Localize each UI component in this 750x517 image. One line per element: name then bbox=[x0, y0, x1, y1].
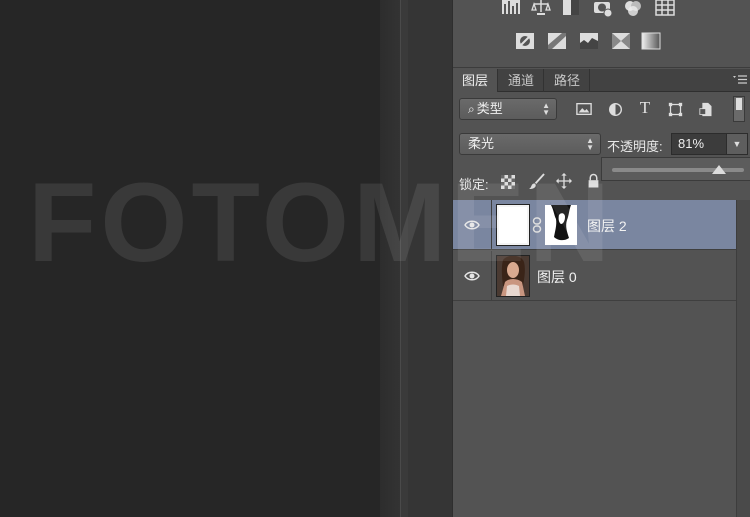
adjustment-filter-icon[interactable] bbox=[606, 100, 624, 118]
layer-row-2[interactable]: 图层 2 bbox=[453, 200, 737, 250]
opacity-dropdown-button[interactable]: ▼ bbox=[726, 133, 748, 155]
search-icon: ⌕ bbox=[468, 102, 475, 116]
lock-paint-icon[interactable] bbox=[527, 172, 545, 190]
layer-row-0[interactable]: 图层 0 bbox=[453, 251, 737, 301]
panel-tabs: 图层 通道 路径 bbox=[453, 69, 750, 92]
layer-photo-thumbnail[interactable] bbox=[496, 255, 530, 297]
layers-scrollbar[interactable] bbox=[736, 200, 750, 517]
filter-type-dropdown[interactable]: ⌕ 类型 ▲ ▼ bbox=[459, 98, 557, 120]
shape-filter-icon[interactable] bbox=[666, 100, 684, 118]
canvas-edge bbox=[380, 0, 400, 517]
opacity-label: 不透明度: bbox=[607, 139, 663, 154]
panel-gutter-inner bbox=[408, 0, 452, 517]
blend-row: 柔光 ▲ ▼ 不透明度: 81% ▼ bbox=[453, 128, 750, 158]
lock-transparent-icon[interactable] bbox=[499, 173, 517, 191]
gradient-map-icon[interactable] bbox=[641, 31, 661, 51]
levels-icon[interactable] bbox=[501, 0, 521, 18]
link-chain-icon[interactable] bbox=[532, 217, 542, 233]
channel-mixer-icon[interactable] bbox=[623, 0, 643, 18]
tab-paths[interactable]: 路径 bbox=[545, 69, 591, 92]
lock-label: 锁定: bbox=[459, 177, 489, 192]
tab-layers[interactable]: 图层 bbox=[453, 69, 499, 92]
threshold-icon[interactable] bbox=[579, 31, 599, 51]
lock-all-icon[interactable] bbox=[584, 172, 602, 190]
smart-object-filter-icon[interactable] bbox=[697, 100, 715, 118]
tab-channels[interactable]: 通道 bbox=[499, 69, 545, 92]
dropdown-arrows-icon: ▲ ▼ bbox=[586, 136, 594, 152]
photo-filter-icon[interactable] bbox=[593, 0, 613, 18]
posterize-icon[interactable] bbox=[547, 31, 567, 51]
dropdown-arrows-icon: ▲ ▼ bbox=[542, 101, 550, 117]
layer-name: 图层 2 bbox=[587, 218, 627, 234]
document-canvas[interactable] bbox=[0, 0, 380, 517]
blend-mode-value: 柔光 bbox=[468, 136, 495, 151]
layer-mask-thumbnail[interactable] bbox=[545, 205, 577, 245]
blend-mode-dropdown[interactable]: 柔光 ▲ ▼ bbox=[459, 133, 601, 155]
layer-thumbnail[interactable] bbox=[496, 204, 530, 246]
layers-list: 图层 2 图层 0 bbox=[453, 200, 750, 517]
color-lookup-icon[interactable] bbox=[655, 0, 675, 18]
filter-type-label: 类型 bbox=[476, 101, 503, 116]
curves-scale-icon[interactable] bbox=[531, 0, 551, 18]
eye-icon[interactable] bbox=[463, 267, 481, 285]
type-filter-icon[interactable]: T bbox=[636, 98, 654, 117]
adjustments-area bbox=[453, 0, 750, 68]
filter-toggle-icon[interactable] bbox=[733, 96, 745, 122]
panel-menu-icon[interactable] bbox=[731, 73, 747, 87]
lock-move-icon[interactable] bbox=[555, 172, 573, 190]
filter-row: ⌕ 类型 ▲ ▼ T bbox=[453, 93, 750, 125]
selective-color-icon[interactable] bbox=[611, 31, 631, 51]
lock-row: 锁定: bbox=[453, 168, 750, 196]
exposure-icon[interactable] bbox=[561, 0, 581, 18]
image-filter-icon[interactable] bbox=[575, 100, 593, 118]
invert-icon[interactable] bbox=[515, 31, 535, 51]
layer-name: 图层 0 bbox=[537, 269, 577, 285]
eye-icon[interactable] bbox=[463, 216, 481, 234]
visibility-column-divider bbox=[491, 251, 492, 301]
layers-panel: 图层 通道 路径 ⌕ 类型 ▲ ▼ T 柔光 ▲ ▼ 不透明度: 81% ▼ 锁… bbox=[452, 0, 750, 517]
visibility-column-divider bbox=[491, 200, 492, 250]
opacity-input[interactable]: 81% bbox=[671, 133, 727, 155]
